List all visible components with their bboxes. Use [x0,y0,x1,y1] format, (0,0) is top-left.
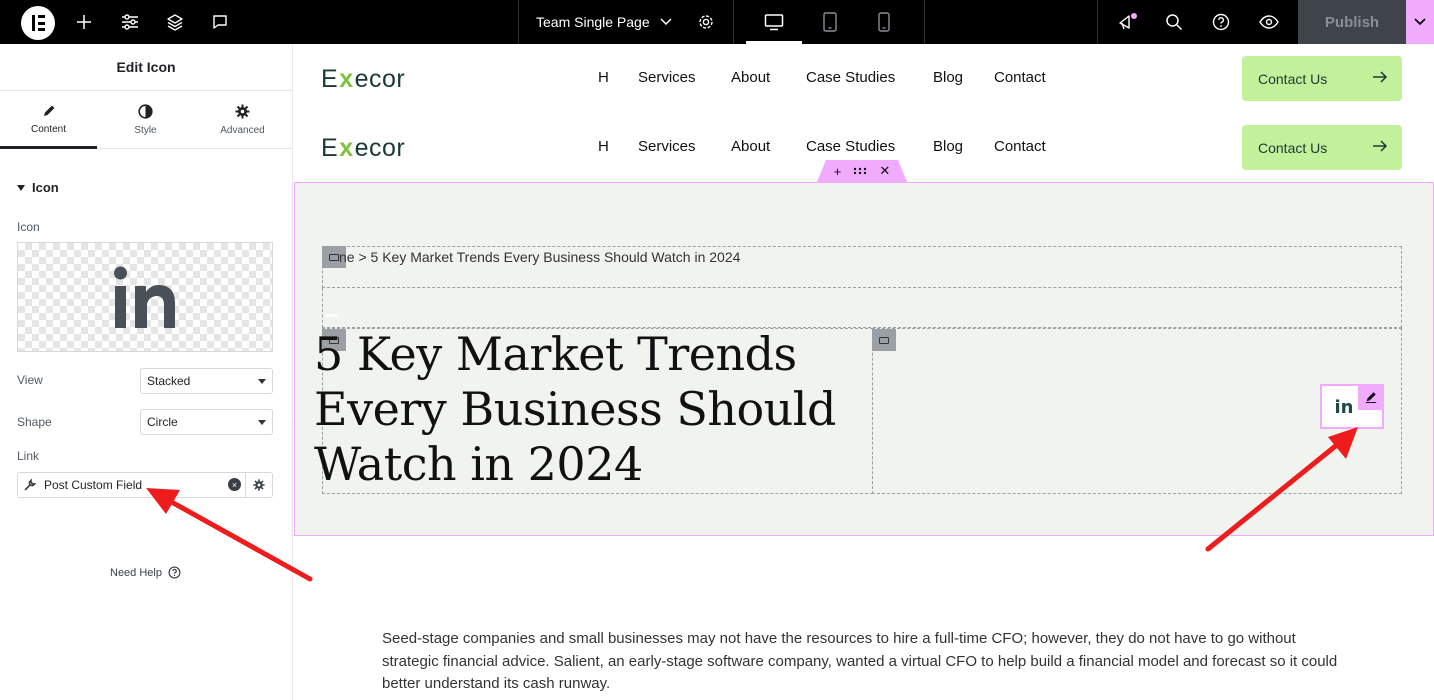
need-help-label: Need Help [110,566,162,579]
elementor-logo-button[interactable] [21,6,55,40]
help-icon[interactable] [1209,0,1233,44]
nav-link[interactable]: Case Studies [806,69,895,86]
separator [1097,0,1098,44]
shape-select-value: Circle [147,415,178,429]
nav-link[interactable]: About [731,69,770,86]
editor-panel: Edit Icon Content Style Advanced Icon Ic… [0,44,293,700]
shape-label: Shape [17,415,52,429]
separator [733,0,734,44]
nav-link[interactable]: Case Studies [806,138,895,155]
tab-advanced[interactable]: Advanced [194,91,291,148]
caret-down-icon [17,184,25,191]
icon-section-toggle[interactable]: Icon [17,180,59,195]
post-title: 5 Key Market Trends Every Business Shoul… [314,327,836,491]
page-settings-gear-icon[interactable] [694,0,718,44]
site-header: Ex ecor H Services About Case Studies Blo… [294,44,1434,113]
tab-style[interactable]: Style [97,91,194,148]
view-label: View [17,373,43,387]
caret-down-icon [258,420,266,425]
nav-link[interactable]: Services [638,69,696,86]
separator [924,0,925,44]
cta-label: Contact Us [1258,139,1328,156]
link-dynamic-field[interactable]: Post Custom Field × [17,472,246,498]
post-body-paragraph: Seed-stage companies and small businesse… [382,630,1338,692]
logo-mark: x [339,134,354,162]
preview-canvas: Ex ecor H Services About Case Studies Blo… [294,44,1434,700]
view-select[interactable]: Stacked [140,368,273,394]
search-icon[interactable] [1162,0,1186,44]
site-settings-icon[interactable] [118,0,142,44]
nav-link[interactable]: Contact [994,138,1046,155]
add-section-icon[interactable]: + [834,164,842,179]
mobile-view-icon[interactable] [872,0,896,44]
nav-link[interactable]: H [598,138,609,155]
icon-picker-preview[interactable] [17,242,273,352]
whats-new-megaphone-icon[interactable] [1116,0,1140,44]
nav-link[interactable]: About [731,138,770,155]
arrow-right-icon [1373,140,1388,152]
wrench-icon [24,479,36,491]
shape-select[interactable]: Circle [140,409,273,435]
link-settings-gear-icon[interactable] [246,472,273,498]
section-handle[interactable]: + ✕ [817,160,907,182]
active-tab-indicator [0,146,97,149]
site-logo[interactable]: Ex ecor [321,65,405,94]
caret-down-icon [258,379,266,384]
view-select-value: Stacked [147,374,191,388]
nav-link[interactable]: Contact [994,69,1046,86]
spacer-container[interactable] [322,288,1402,328]
nav-link[interactable]: H [598,69,609,86]
layers-icon[interactable] [163,0,187,44]
edit-widget-pencil-icon[interactable] [1358,384,1384,410]
cta-label: Contact Us [1258,70,1328,87]
tab-label: Advanced [220,124,265,136]
breadcrumb: ne > 5 Key Market Trends Every Business … [339,249,741,265]
nav-link[interactable]: Blog [933,69,963,86]
arrow-right-icon [1373,71,1388,83]
delete-section-icon[interactable]: ✕ [879,163,890,179]
top-bar: Team Single Page Publish [0,0,1434,44]
icon-label: Icon [17,220,40,234]
need-help-link[interactable]: Need Help [110,566,181,579]
logo-text: E [321,65,339,93]
nav-link[interactable]: Services [638,138,696,155]
tab-label: Style [134,124,157,136]
container-handle-icon[interactable] [872,329,896,351]
publish-options-chevron-icon[interactable] [1406,0,1434,44]
logo-text: ecor [354,65,406,93]
gear-icon [235,104,250,118]
spacer-marker [325,314,338,317]
link-field-value: Post Custom Field [44,478,143,492]
selected-icon-widget[interactable]: in [1320,384,1384,429]
nav-link[interactable]: Blog [933,138,963,155]
drag-handle-icon[interactable] [853,167,867,175]
linkedin-icon[interactable]: in [1326,390,1362,424]
chevron-down-icon [660,18,672,26]
preview-eye-icon[interactable] [1257,0,1281,44]
pencil-icon [43,105,54,116]
clear-icon[interactable]: × [228,478,241,491]
contact-us-button[interactable]: Contact Us [1242,125,1402,170]
tablet-view-icon[interactable] [818,0,842,44]
comments-icon[interactable] [208,0,232,44]
desktop-view-icon[interactable] [762,0,786,44]
section-title: Icon [32,180,59,195]
logo-text: ecor [354,134,406,162]
publish-button[interactable]: Publish [1298,0,1406,44]
contact-us-button[interactable]: Contact Us [1242,56,1402,101]
half-circle-icon [138,103,153,119]
panel-title: Edit Icon [0,44,292,91]
add-element-icon[interactable] [72,0,96,44]
logo-text: E [321,134,339,162]
help-icon [168,566,181,579]
page-title: Team Single Page [536,14,650,30]
tab-label: Content [30,124,67,135]
logo-mark: x [339,65,354,93]
tab-content[interactable]: Content [0,91,97,148]
site-logo[interactable]: Ex ecor [321,134,405,163]
linkedin-icon [114,266,175,328]
panel-tabs: Content Style Advanced [0,91,292,149]
link-label: Link [17,449,40,463]
